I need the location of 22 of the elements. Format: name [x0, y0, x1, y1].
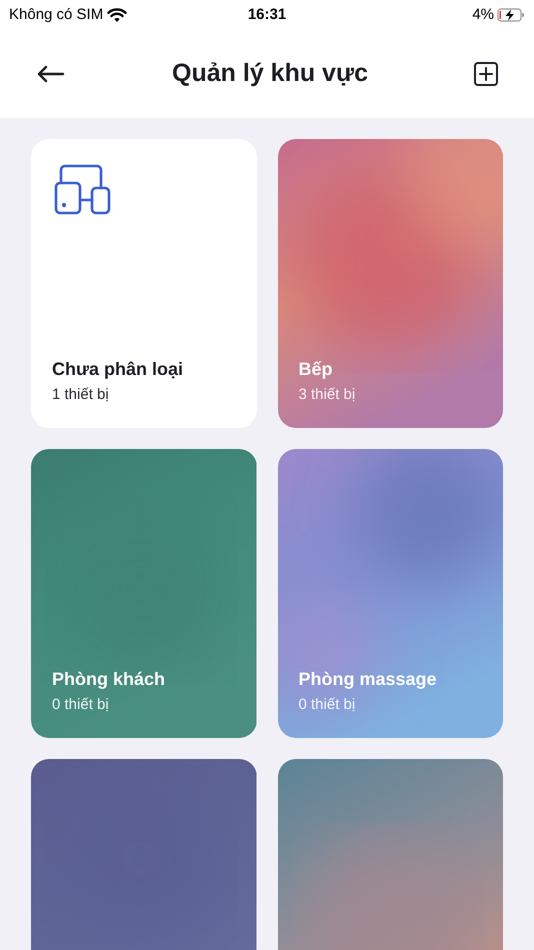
devices-icon — [54, 164, 111, 215]
device-count: 0 thiết bị — [52, 696, 110, 714]
add-button[interactable] — [474, 62, 498, 86]
area-card[interactable]: Chưa phân loại 1 thiết bị — [31, 139, 256, 428]
clock-text: 16:31 — [248, 4, 286, 25]
area-card[interactable]: Bếp 3 thiết bị — [278, 139, 503, 428]
back-arrow-icon — [37, 65, 65, 83]
area-card[interactable]: Phòng massage 0 thiết bị — [278, 449, 503, 738]
device-count: 3 thiết bị — [298, 386, 356, 404]
page-title: Quản lý khu vực — [172, 58, 368, 90]
device-count: 1 thiết bị — [52, 386, 110, 404]
area-name: Chưa phân loại — [52, 358, 184, 380]
battery-text: 4% — [472, 4, 494, 25]
area-name: Phòng khách — [52, 668, 166, 690]
add-square-icon — [474, 62, 498, 86]
area-card[interactable]: Phòng khách 0 thiết bị — [31, 449, 256, 738]
area-name: Bếp — [298, 358, 334, 380]
wifi-icon — [107, 8, 128, 22]
area-name: Phòng massage — [298, 668, 437, 690]
carrier-text: Không có SIM — [9, 4, 104, 25]
device-count: 0 thiết bị — [298, 696, 356, 714]
battery-charging-icon — [497, 8, 525, 22]
